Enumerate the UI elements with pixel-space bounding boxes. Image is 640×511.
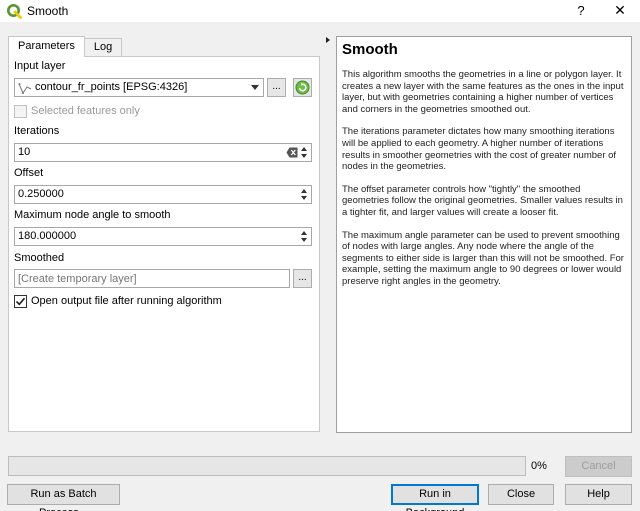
help-paragraph: This algorithm smooths the geometries in…: [342, 69, 624, 115]
help-paragraph: The iterations parameter dictates how ma…: [342, 126, 617, 173]
max-angle-value: 180.000000: [18, 230, 77, 242]
parameters-panel: Input layer contour_fr_points [EPSG:4326…: [8, 56, 320, 432]
iterations-stepper[interactable]: [301, 146, 309, 159]
tab-bar: Parameters Log: [8, 36, 123, 57]
max-angle-stepper[interactable]: [301, 230, 309, 243]
clear-icon[interactable]: [286, 147, 298, 158]
input-layer-value: contour_fr_points [EPSG:4326]: [35, 81, 188, 93]
window-title: Smooth: [27, 4, 69, 18]
help-paragraph: The offset parameter controls how "tight…: [342, 183, 623, 218]
smoothed-output-input[interactable]: [14, 269, 290, 288]
iterations-input[interactable]: 10: [14, 143, 312, 162]
offset-label: Offset: [14, 167, 44, 179]
input-layer-combo[interactable]: contour_fr_points [EPSG:4326]: [14, 78, 264, 97]
checkmark-icon: [15, 297, 26, 306]
help-button[interactable]: Help: [565, 484, 632, 505]
input-layer-label: Input layer: [14, 60, 66, 72]
help-panel: Smooth This algorithm smooths the geomet…: [336, 36, 632, 433]
iterate-icon[interactable]: [293, 78, 312, 97]
tab-log[interactable]: Log: [84, 38, 123, 56]
iterations-label: Iterations: [14, 125, 60, 137]
max-angle-label: Maximum node angle to smooth: [14, 209, 171, 221]
progress-percent: 0%: [531, 460, 547, 472]
close-icon[interactable]: ✕: [612, 2, 628, 19]
progress-bar: [8, 456, 526, 476]
selected-features-label: Selected features only: [31, 105, 140, 117]
run-in-background-button[interactable]: Run in Background: [391, 484, 479, 511]
collapse-arrow-icon[interactable]: [326, 37, 330, 43]
open-output-checkbox[interactable]: [14, 295, 27, 308]
open-output-label: Open output file after running algorithm: [31, 295, 222, 307]
tab-parameters[interactable]: Parameters: [8, 36, 85, 57]
cancel-button[interactable]: Cancel: [565, 456, 632, 477]
input-layer-browse-button[interactable]: ...: [267, 78, 286, 97]
chevron-down-icon: [251, 85, 259, 90]
help-icon[interactable]: ?: [574, 3, 588, 18]
batch-process-button[interactable]: Run as Batch Process...: [7, 484, 120, 511]
offset-value: 0.250000: [18, 188, 64, 200]
qgis-logo-icon: [7, 4, 22, 19]
smoothed-browse-button[interactable]: ...: [293, 269, 312, 288]
selected-features-checkbox[interactable]: [14, 105, 27, 118]
close-button[interactable]: Close: [488, 484, 554, 505]
help-title: Smooth: [342, 41, 398, 58]
smoothed-label: Smoothed: [14, 252, 65, 264]
iterations-value: 10: [18, 146, 31, 158]
help-paragraph: The maximum angle parameter can be used …: [342, 229, 624, 287]
offset-input[interactable]: 0.250000: [14, 185, 312, 204]
line-layer-icon: [18, 83, 32, 95]
title-bar: Smooth ? ✕: [0, 0, 640, 22]
offset-stepper[interactable]: [301, 188, 309, 201]
max-angle-input[interactable]: 180.000000: [14, 227, 312, 246]
